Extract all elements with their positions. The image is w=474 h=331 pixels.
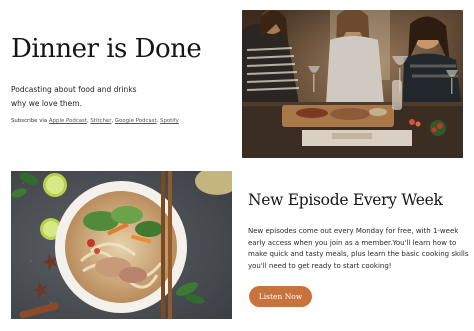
dinner-party-photo [242,10,463,158]
hero-title: Dinner is Done [11,34,202,64]
hero-description-line: Podcasting about food and drinks [11,85,137,94]
subscribe-prefix: Subscribe via [11,118,48,124]
hero-description: Podcasting about food and drinks why we … [11,83,211,111]
listen-now-button[interactable]: Listen Now [249,286,312,307]
stitcher-link[interactable]: Stitcher [90,118,111,124]
noodle-bowl-photo [11,171,232,319]
episode-description: New episodes come out every Monday for f… [248,227,469,270]
apple-podcast-link[interactable]: Apple Podcast [49,118,87,124]
google-podcast-link[interactable]: Google Podcast [115,118,157,124]
hero-description-line: why we love them. [11,99,82,108]
episode-title: New Episode Every Week [248,191,443,209]
spotify-link[interactable]: Spotify [160,118,179,124]
subscribe-links: Subscribe via Apple Podcast, Stitcher, G… [11,118,179,124]
